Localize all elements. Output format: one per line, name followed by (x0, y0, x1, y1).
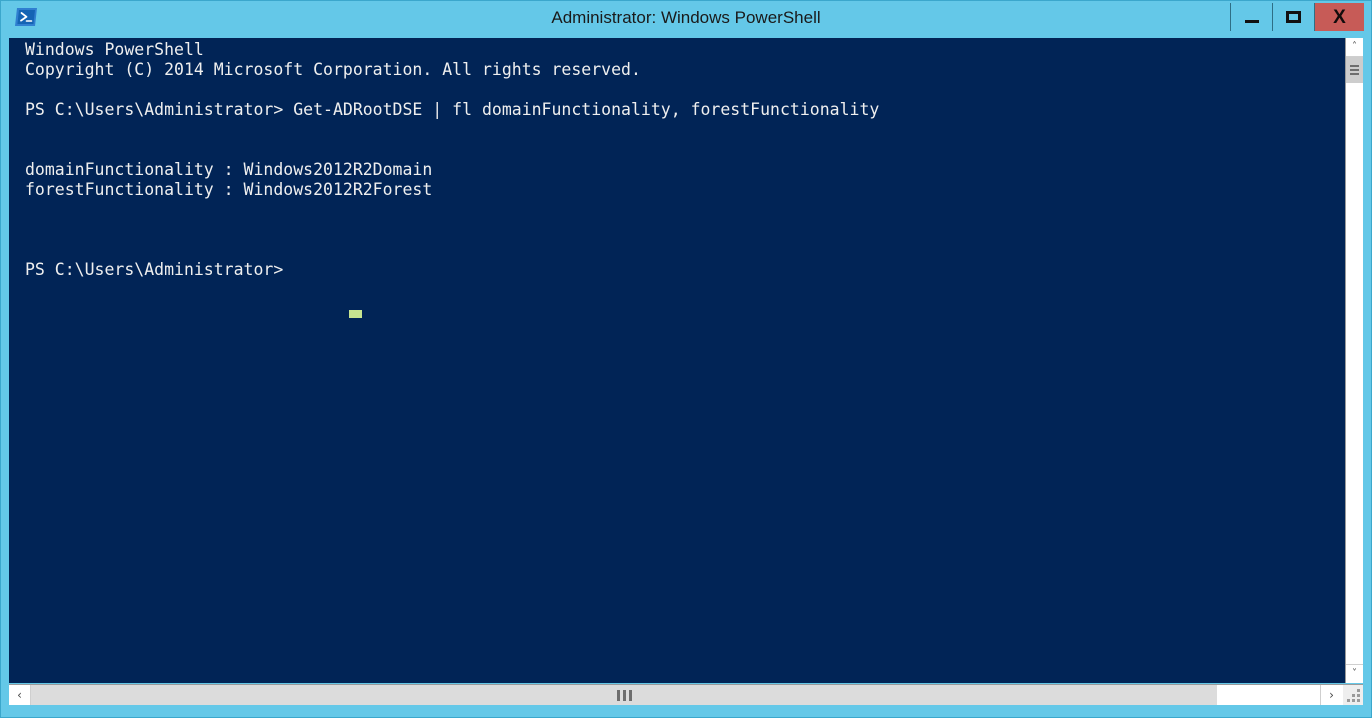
close-button[interactable]: X (1314, 3, 1364, 31)
console-text: Windows PowerShell Copyright (C) 2014 Mi… (25, 40, 880, 279)
chevron-right-icon: › (1329, 688, 1334, 702)
chevron-down-icon: ˅ (1352, 668, 1357, 679)
close-icon: X (1333, 6, 1346, 28)
window-controls: X (1230, 3, 1364, 31)
minimize-icon (1244, 19, 1259, 23)
scroll-left-button[interactable]: ‹ (9, 685, 31, 705)
title-bar[interactable]: Administrator: Windows PowerShell X (1, 1, 1371, 34)
scroll-up-button[interactable]: ˄ (1346, 38, 1363, 57)
powershell-icon (14, 6, 38, 28)
chevron-left-icon: ‹ (17, 688, 22, 702)
horizontal-thumb-grip (616, 689, 632, 701)
window-resize-grip[interactable] (1343, 685, 1363, 705)
powershell-window: Administrator: Windows PowerShell X Wind… (0, 0, 1372, 718)
minimize-button[interactable] (1230, 3, 1272, 31)
console-client-area: Windows PowerShell Copyright (C) 2014 Mi… (9, 38, 1363, 683)
text-cursor (349, 310, 362, 318)
chevron-up-icon: ˄ (1352, 41, 1357, 52)
maximize-button[interactable] (1272, 3, 1314, 31)
horizontal-scrollbar-thumb[interactable] (31, 685, 1217, 705)
vertical-scrollbar[interactable]: ˄ ˅ (1345, 38, 1363, 683)
vertical-thumb-grip (1350, 63, 1359, 77)
vertical-scrollbar-thumb[interactable] (1346, 57, 1363, 83)
scroll-right-button[interactable]: › (1320, 685, 1342, 705)
horizontal-scrollbar[interactable]: ‹ › (9, 684, 1363, 705)
console-output-area[interactable]: Windows PowerShell Copyright (C) 2014 Mi… (9, 38, 1345, 683)
scroll-down-button[interactable]: ˅ (1346, 664, 1363, 683)
maximize-icon (1286, 11, 1301, 23)
window-title: Administrator: Windows PowerShell (551, 8, 821, 27)
